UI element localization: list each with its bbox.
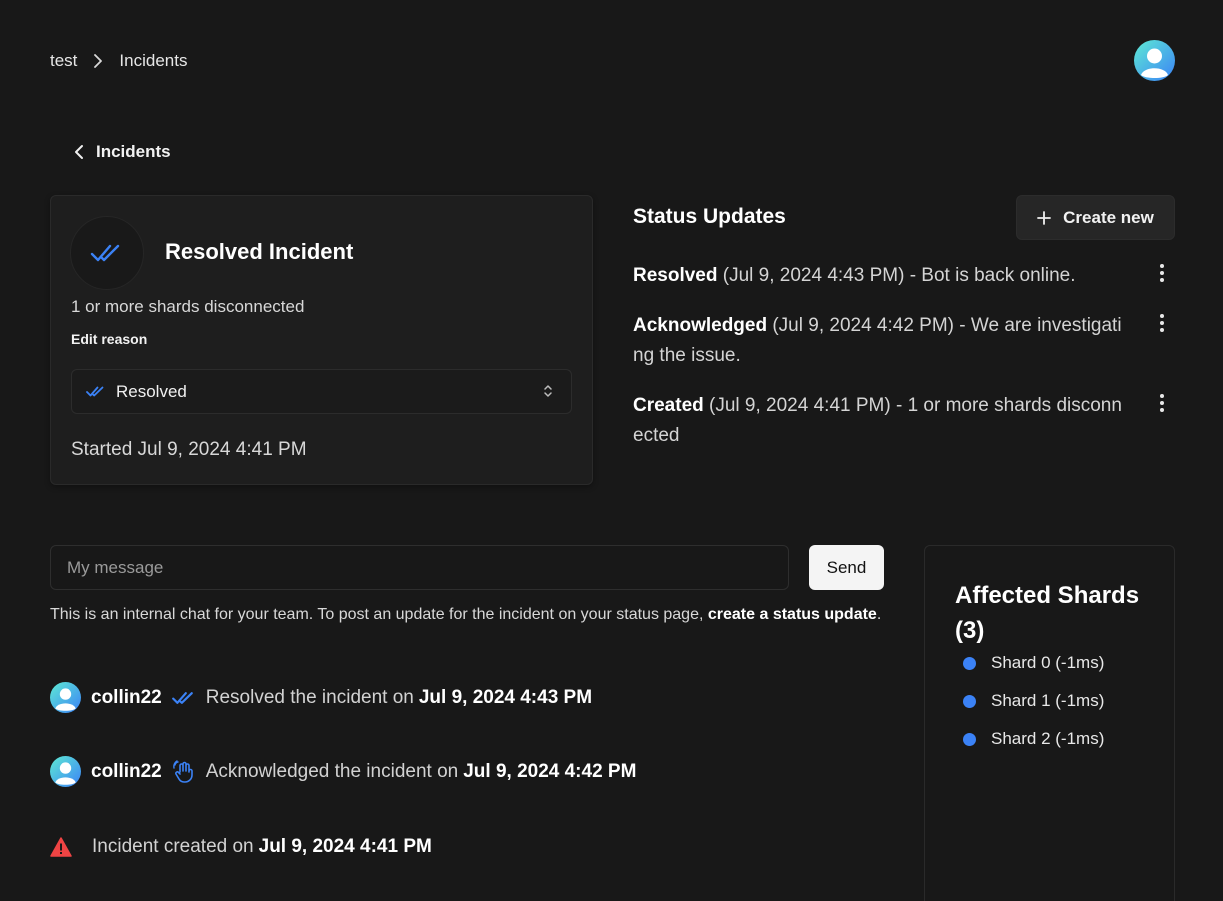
activity-date: Jul 9, 2024 4:41 PM — [258, 836, 432, 857]
double-check-icon — [171, 690, 196, 706]
status-dot-icon — [963, 656, 976, 670]
plus-icon — [1037, 210, 1052, 225]
status-update-status: Created — [633, 395, 704, 416]
incident-title: Resolved Incident — [165, 239, 354, 264]
status-update-text: (Jul 9, 2024 4:43 PM) - Bot is back onli… — [717, 265, 1076, 286]
status-select-value: Resolved — [116, 381, 187, 401]
activity-date: Jul 9, 2024 4:42 PM — [463, 760, 637, 782]
activity-item: Incident created on Jul 9, 2024 4:41 PM — [50, 836, 432, 858]
activity-item: collin22 Resolved the incident on Jul 9,… — [50, 682, 592, 713]
status-update-status: Resolved — [633, 265, 718, 286]
status-update-text: (Jul 9, 2024 4:41 PM) - 1 or more shards… — [633, 395, 1122, 446]
incident-started-time: Started Jul 9, 2024 4:41 PM — [71, 439, 307, 460]
status-update-item: Resolved (Jul 9, 2024 4:43 PM) - Bot is … — [633, 261, 1123, 291]
status-dot-icon — [963, 694, 976, 708]
double-check-icon — [86, 385, 106, 398]
edit-reason-link[interactable]: Edit reason — [71, 331, 147, 347]
chat-info-prefix: This is an internal chat for your team. … — [50, 606, 708, 623]
back-to-incidents-link[interactable]: Incidents — [74, 142, 171, 162]
back-link-label: Incidents — [96, 142, 171, 161]
shard-item: Shard 1 (-1ms) — [963, 691, 1104, 711]
kebab-menu-icon[interactable] — [1152, 391, 1172, 415]
breadcrumb-item-incidents[interactable]: Incidents — [119, 51, 187, 71]
chat-info-suffix: . — [876, 606, 882, 623]
shard-item: Shard 2 (-1ms) — [963, 729, 1104, 749]
send-button[interactable]: Send — [809, 545, 884, 590]
activity-text: Resolved the incident on — [205, 686, 414, 708]
activity-item: collin22 Acknowledged the incident on Ju… — [50, 756, 636, 787]
avatar — [50, 756, 81, 787]
double-check-icon — [90, 244, 120, 262]
chevron-left-icon — [75, 145, 83, 159]
activity-user[interactable]: collin22 — [91, 687, 162, 709]
affected-shards-title: Affected Shards (3) — [955, 582, 1140, 644]
chat-info-text: This is an internal chat for your team. … — [50, 602, 900, 627]
activity-date: Jul 9, 2024 4:43 PM — [418, 686, 593, 708]
activity-user[interactable]: collin22 — [91, 761, 162, 783]
shard-label: Shard 1 (-1ms) — [991, 691, 1105, 710]
user-avatar[interactable] — [1134, 40, 1175, 81]
avatar — [50, 682, 81, 713]
breadcrumb-item-test[interactable]: test — [50, 51, 77, 71]
activity-text: Incident created on — [92, 836, 254, 857]
chevron-up-down-icon — [543, 383, 553, 404]
create-status-update-button[interactable]: Create new — [1016, 195, 1175, 240]
activity-text: Acknowledged the incident on — [205, 760, 459, 782]
kebab-menu-icon[interactable] — [1152, 261, 1172, 285]
message-input[interactable] — [50, 545, 789, 590]
incident-reason: 1 or more shards disconnected — [71, 297, 305, 316]
status-update-status: Acknowledged — [633, 315, 768, 336]
shard-label: Shard 0 (-1ms) — [991, 653, 1105, 672]
status-update-item: Acknowledged (Jul 9, 2024 4:42 PM) - We … — [633, 311, 1123, 371]
shard-item: Shard 0 (-1ms) — [963, 653, 1104, 673]
incident-status-select[interactable]: Resolved — [71, 369, 572, 414]
resolved-status-icon — [70, 216, 144, 290]
kebab-menu-icon[interactable] — [1152, 311, 1172, 335]
status-update-item: Created (Jul 9, 2024 4:41 PM) - 1 or mor… — [633, 391, 1123, 451]
create-status-update-link[interactable]: create a status update — [708, 606, 877, 623]
chevron-right-icon — [85, 51, 111, 71]
breadcrumb: test Incidents — [50, 51, 187, 71]
create-new-label: Create new — [1063, 207, 1154, 227]
shard-label: Shard 2 (-1ms) — [991, 729, 1105, 748]
status-dot-icon — [963, 732, 976, 746]
status-updates-title: Status Updates — [633, 205, 786, 228]
hand-wave-icon — [172, 759, 196, 784]
warning-icon — [50, 837, 72, 857]
